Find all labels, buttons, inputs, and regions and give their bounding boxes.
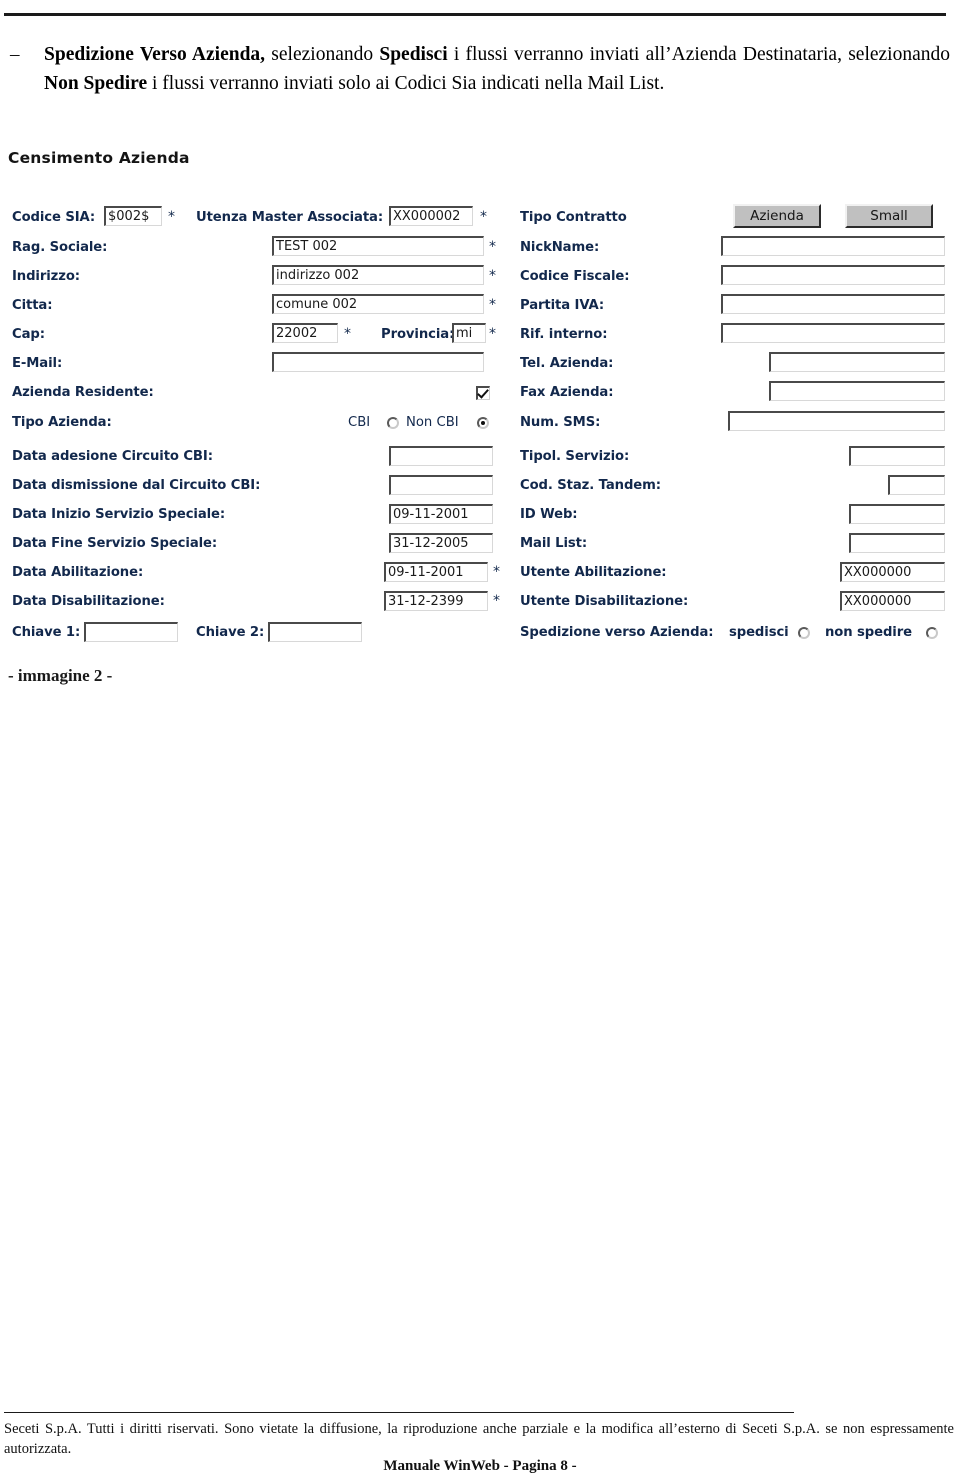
input-data-adesione-cbi[interactable]	[389, 446, 493, 466]
input-rif-interno[interactable]	[721, 323, 945, 343]
bullet-dash: –	[10, 44, 20, 65]
figure-caption: - immagine 2 -	[8, 666, 113, 685]
required-marker-codice-sia: *	[168, 209, 175, 225]
intro-bold-1: Spedizione Verso Azienda,	[44, 44, 266, 65]
input-data-dismissione-cbi[interactable]	[389, 475, 493, 495]
input-partita-iva[interactable]	[721, 294, 945, 314]
intro-paragraph: – Spedizione Verso Azienda, selezionando…	[10, 40, 950, 98]
label-email: E-Mail:	[12, 356, 63, 371]
required-marker-data-abilitazione: *	[493, 564, 500, 580]
input-indirizzo[interactable]: indirizzo 002	[272, 265, 484, 285]
label-tipo-azienda-non-cbi: Non CBI	[406, 415, 459, 430]
label-data-abilitazione: Data Abilitazione:	[12, 565, 144, 580]
label-indirizzo: Indirizzo:	[12, 269, 80, 284]
radio-spedizione-spedisci[interactable]	[798, 627, 810, 639]
censimento-azienda-form-screenshot: Censimento Azienda Codice SIA: $002$ * U…	[0, 146, 960, 656]
label-cap: Cap:	[12, 327, 45, 342]
footer-rule	[4, 1412, 794, 1413]
label-codice-sia: Codice SIA:	[12, 210, 96, 225]
label-codice-fiscale: Codice Fiscale:	[520, 269, 630, 284]
label-tipo-contratto: Tipo Contratto	[520, 210, 627, 225]
required-marker-provincia: *	[489, 326, 496, 342]
label-data-disabilitazione: Data Disabilitazione:	[12, 594, 165, 609]
label-tipo-azienda: Tipo Azienda:	[12, 415, 112, 430]
input-mail-list[interactable]	[849, 533, 945, 553]
label-data-dismissione-cbi: Data dismissione dal Circuito CBI:	[12, 478, 261, 493]
label-partita-iva: Partita IVA:	[520, 298, 605, 313]
footer-copyright: Seceti S.p.A. Tutti i diritti riservati.…	[4, 1421, 954, 1457]
radio-spedizione-non-spedire[interactable]	[926, 627, 938, 639]
label-utente-abilitazione: Utente Abilitazione:	[520, 565, 667, 580]
label-tipol-servizio: Tipol. Servizio:	[520, 449, 630, 464]
intro-bold-5: Non Spedire	[44, 73, 148, 94]
required-marker-data-disabilitazione: *	[493, 593, 500, 609]
input-nickname[interactable]	[721, 236, 945, 256]
intro-text: Spedizione Verso Azienda, selezionando S…	[44, 40, 950, 98]
label-fax-azienda: Fax Azienda:	[520, 385, 614, 400]
button-tipo-contratto-azienda[interactable]: Azienda	[733, 204, 821, 228]
label-spedizione-verso-azienda: Spedizione verso Azienda:	[520, 625, 714, 640]
label-spedizione-spedisci: spedisci	[729, 625, 789, 640]
checkbox-azienda-residente[interactable]	[476, 386, 490, 400]
label-data-fine-servizio: Data Fine Servizio Speciale:	[12, 536, 218, 551]
input-cap[interactable]: 22002	[272, 323, 338, 343]
label-rag-sociale: Rag. Sociale:	[12, 240, 108, 255]
label-tipo-azienda-cbi: CBI	[348, 415, 371, 430]
input-tel-azienda[interactable]	[769, 352, 945, 372]
input-data-fine-servizio[interactable]: 31-12-2005	[389, 533, 493, 553]
label-rif-interno: Rif. interno:	[520, 327, 608, 342]
label-azienda-residente: Azienda Residente:	[12, 385, 154, 400]
input-codice-sia[interactable]: $002$	[104, 206, 162, 226]
input-data-abilitazione[interactable]: 09-11-2001	[384, 562, 488, 582]
label-spedizione-non-spedire: non spedire	[825, 625, 912, 640]
intro-seg-4: i flussi verranno inviati all’Azienda De…	[447, 44, 950, 65]
input-citta[interactable]: comune 002	[272, 294, 484, 314]
page-top-rule	[4, 13, 946, 16]
input-rag-sociale[interactable]: TEST 002	[272, 236, 484, 256]
label-id-web: ID Web:	[520, 507, 578, 522]
intro-seg-6: i flussi verranno inviati solo ai Codici…	[147, 73, 665, 94]
label-utente-disabilitazione: Utente Disabilitazione:	[520, 594, 689, 609]
input-num-sms[interactable]	[728, 411, 945, 431]
footer-page-number: Manuale WinWeb - Pagina 8 -	[383, 1458, 577, 1474]
required-marker-utenza-master: *	[480, 209, 487, 225]
input-fax-azienda[interactable]	[769, 381, 945, 401]
radio-tipo-azienda-cbi[interactable]	[387, 417, 399, 429]
intro-seg-2: selezionando	[265, 44, 380, 65]
label-citta: Citta:	[12, 298, 53, 313]
input-email[interactable]	[272, 352, 484, 372]
input-cod-staz-tandem[interactable]	[888, 475, 945, 495]
label-nickname: NickName:	[520, 240, 600, 255]
input-provincia[interactable]: mi	[452, 323, 486, 343]
required-marker-cap: *	[344, 326, 351, 342]
input-codice-fiscale[interactable]	[721, 265, 945, 285]
form-title: Censimento Azienda	[8, 149, 190, 167]
intro-bold-3: Spedisci	[379, 44, 448, 65]
required-marker-rag-sociale: *	[489, 239, 496, 255]
label-data-adesione-cbi: Data adesione Circuito CBI:	[12, 449, 213, 464]
label-chiave1: Chiave 1:	[12, 625, 81, 640]
label-chiave2: Chiave 2:	[196, 625, 265, 640]
label-utenza-master: Utenza Master Associata:	[196, 210, 384, 225]
input-chiave2[interactable]	[268, 622, 362, 642]
input-utente-abilitazione[interactable]: XX000000	[840, 562, 945, 582]
required-marker-indirizzo: *	[489, 268, 496, 284]
label-data-inizio-servizio: Data Inizio Servizio Speciale:	[12, 507, 226, 522]
label-tel-azienda: Tel. Azienda:	[520, 356, 614, 371]
label-num-sms: Num. SMS:	[520, 415, 601, 430]
input-chiave1[interactable]	[84, 622, 178, 642]
input-data-inizio-servizio[interactable]: 09-11-2001	[389, 504, 493, 524]
input-utenza-master[interactable]: XX000002	[389, 206, 473, 226]
input-id-web[interactable]	[849, 504, 945, 524]
input-tipol-servizio[interactable]	[849, 446, 945, 466]
label-provincia: Provincia:	[381, 327, 455, 342]
input-utente-disabilitazione[interactable]: XX000000	[840, 591, 945, 611]
required-marker-citta: *	[489, 297, 496, 313]
button-tipo-contratto-small[interactable]: Small	[845, 204, 933, 228]
label-cod-staz-tandem: Cod. Staz. Tandem:	[520, 478, 661, 493]
label-mail-list: Mail List:	[520, 536, 588, 551]
radio-tipo-azienda-non-cbi[interactable]	[477, 417, 489, 429]
input-data-disabilitazione[interactable]: 31-12-2399	[384, 591, 488, 611]
